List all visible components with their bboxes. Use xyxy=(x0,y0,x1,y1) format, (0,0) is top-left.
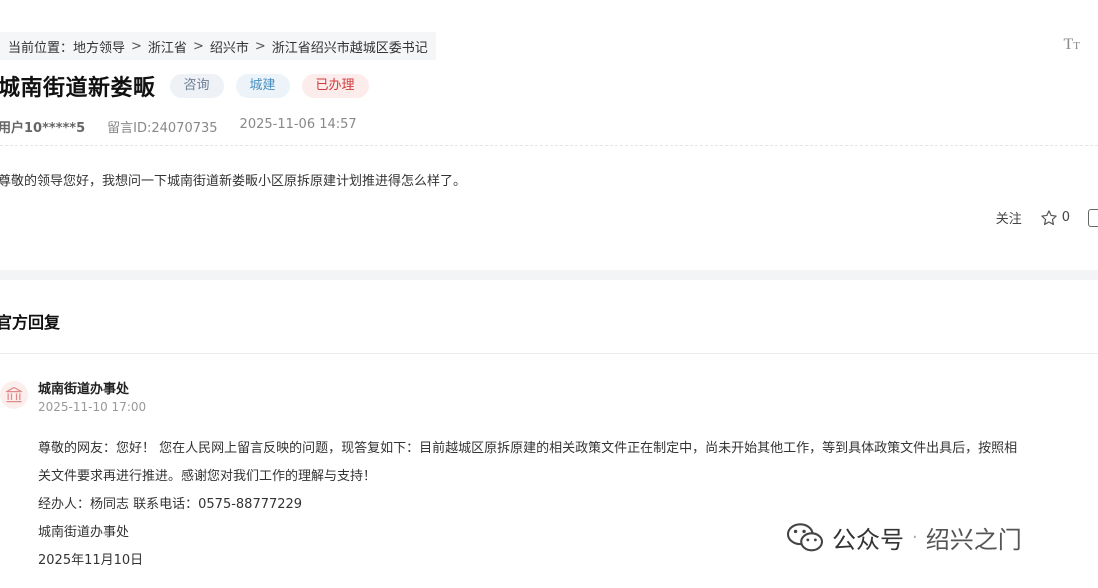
post-header: 城南街道新娄畈 咨询 城建 已办理 xyxy=(0,70,369,102)
watermark-account: 绍兴之门 xyxy=(925,526,1022,554)
star-icon xyxy=(1040,209,1057,225)
post-user: 用户10*****5 xyxy=(0,121,86,136)
section-divider xyxy=(0,270,1098,280)
breadcrumb-label: 当前位置：地方领导 xyxy=(8,40,126,56)
breadcrumb-separator: > xyxy=(131,38,142,54)
page-title: 城南街道新娄畈 xyxy=(0,76,156,101)
tag-city-construction: 城建 xyxy=(235,74,290,98)
post-meta: 用户10*****5 留言ID:24070735 2025-11-06 14:5… xyxy=(0,117,357,136)
wechat-icon xyxy=(786,522,824,551)
reply-signature: 城南街道办事处 xyxy=(38,525,130,540)
font-size-small: T xyxy=(1073,40,1080,52)
breadcrumb-current[interactable]: 浙江省绍兴市越城区委书记 xyxy=(272,37,428,56)
font-size-icon[interactable]: TT xyxy=(1063,36,1080,54)
reply-time: 2025-11-10 17:00 xyxy=(38,400,147,414)
status-badge: 已办理 xyxy=(301,74,369,98)
post-datetime: 2025-11-06 14:57 xyxy=(239,117,357,132)
follow-button[interactable]: 关注 xyxy=(996,208,1022,227)
reply-text: 关文件要求再进行推进。感谢您对我们工作的理解与支持！ xyxy=(38,469,377,484)
reply-org-name: 城南街道办事处 xyxy=(38,382,130,397)
breadcrumb-link-province[interactable]: 浙江省 xyxy=(148,37,187,56)
divider xyxy=(0,353,1098,354)
watermark: 公众号 · 绍兴之门 xyxy=(786,520,1022,555)
breadcrumb-link-city[interactable]: 绍兴市 xyxy=(210,37,249,56)
divider xyxy=(0,145,1098,146)
government-building-icon xyxy=(5,386,23,403)
breadcrumb-separator: > xyxy=(192,38,204,54)
message-id: 留言ID:24070735 xyxy=(107,121,218,136)
post-actions: 关注 0 xyxy=(996,208,1098,227)
font-size-big: T xyxy=(1063,36,1074,53)
breadcrumb: 当前位置：地方领导 > 浙江省 > 绍兴市 > 浙江省绍兴市越城区委书记 xyxy=(0,32,436,60)
section-title: 官方回复 xyxy=(0,313,61,332)
share-icon[interactable] xyxy=(1088,208,1098,227)
tag-consult: 咨询 xyxy=(169,74,224,98)
star-count: 0 xyxy=(1061,210,1070,225)
reply-contact: 经办人：杨同志 联系电话：0575-88777229 xyxy=(38,497,303,512)
post-content: 尊敬的领导您好，我想问一下城南街道新娄畈小区原拆原建计划推进得怎么样了。 xyxy=(0,174,467,189)
watermark-platform: 公众号 xyxy=(832,526,904,554)
star-button[interactable]: 0 xyxy=(1040,209,1070,227)
watermark-dot: · xyxy=(912,527,918,548)
reply-text: 尊敬的网友：您好！ 您在人民网上留言反映的问题，现答复如下：目前越城区原拆原建的… xyxy=(38,441,1018,456)
avatar xyxy=(0,381,28,409)
breadcrumb-separator: > xyxy=(254,38,266,54)
reply-date: 2025年11月10日 xyxy=(38,553,144,568)
